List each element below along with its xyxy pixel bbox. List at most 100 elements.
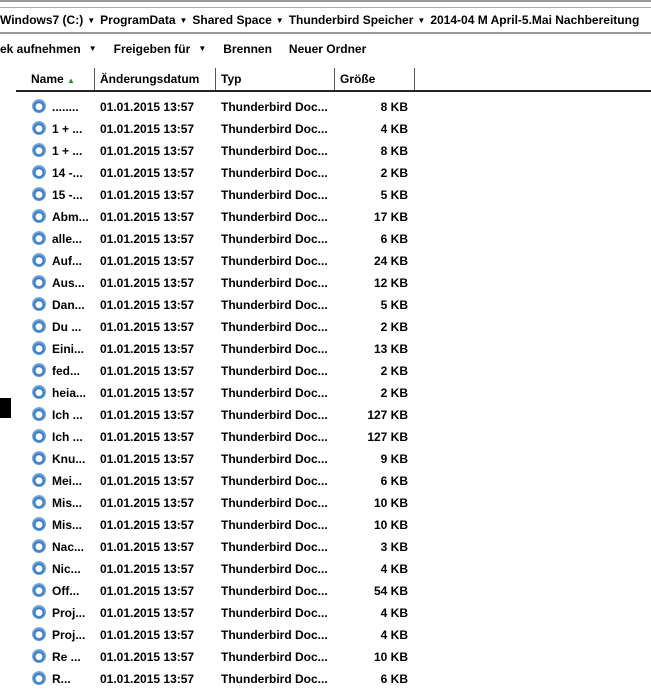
address-bar[interactable]: Windows7 (C:) ▼ ProgramData ▼ Shared Space ▼ T… xyxy=(0,0,651,34)
file-size: 6 KB xyxy=(380,232,408,246)
file-name: Du ... xyxy=(52,320,82,334)
column-size[interactable]: Größe xyxy=(335,68,415,90)
breadcrumb-chevron-icon[interactable]: ▼ xyxy=(180,16,188,25)
toolbar-button[interactable]: ek aufnehmen ▼ xyxy=(0,42,97,56)
toolbar-button[interactable]: Neuer Ordner xyxy=(289,42,366,56)
column-name[interactable]: Name ▲ xyxy=(16,68,95,90)
file-type: Thunderbird Doc... xyxy=(221,628,328,642)
file-date: 01.01.2015 13:57 xyxy=(100,364,195,378)
file-date: 01.01.2015 13:57 xyxy=(100,408,195,422)
file-row[interactable]: Ich ... 01.01.2015 13:57 Thunderbird Doc..… xyxy=(0,426,420,448)
file-type: Thunderbird Doc... xyxy=(221,540,328,554)
breadcrumb-item[interactable]: Thunderbird Speicher xyxy=(289,13,414,27)
file-size: 4 KB xyxy=(380,122,408,136)
breadcrumb-chevron-icon[interactable]: ▼ xyxy=(276,16,284,25)
file-date: 01.01.2015 13:57 xyxy=(100,298,195,312)
thunderbird-file-icon xyxy=(32,517,46,531)
file-row[interactable]: Proj... 01.01.2015 13:57 Thunderbird Doc..… xyxy=(0,624,420,646)
thunderbird-file-icon xyxy=(32,407,46,421)
file-type: Thunderbird Doc... xyxy=(221,122,328,136)
thunderbird-file-icon xyxy=(32,539,46,553)
file-row[interactable]: Mis... 01.01.2015 13:57 Thunderbird Doc...… xyxy=(0,492,420,514)
file-type: Thunderbird Doc... xyxy=(221,430,328,444)
toolbar-button-label: Freigeben für xyxy=(113,42,191,56)
file-type: Thunderbird Doc... xyxy=(221,650,328,664)
thunderbird-file-icon xyxy=(32,561,46,575)
file-name: Ich ... xyxy=(52,430,83,444)
file-size: 2 KB xyxy=(380,386,408,400)
file-name: 15 -... xyxy=(52,188,83,202)
file-date: 01.01.2015 13:57 xyxy=(100,452,195,466)
file-row[interactable]: Nac... 01.01.2015 13:57 Thunderbird Doc...… xyxy=(0,536,420,558)
file-row[interactable]: ........ 01.01.2015 13:57 Thunderbird Doc.… xyxy=(0,96,420,118)
file-row[interactable]: heia... 01.01.2015 13:57 Thunderbird Doc..… xyxy=(0,382,420,404)
file-row[interactable]: 1 + ... 01.01.2015 13:57 Thunderbird Doc..… xyxy=(0,140,420,162)
file-name: 14 -... xyxy=(52,166,83,180)
breadcrumb-item[interactable]: Windows7 (C:) xyxy=(0,13,83,27)
file-row[interactable]: fed... 01.01.2015 13:57 Thunderbird Doc...… xyxy=(0,360,420,382)
breadcrumb-item[interactable]: ProgramData xyxy=(100,13,175,27)
file-size: 4 KB xyxy=(380,606,408,620)
command-toolbar: ek aufnehmen ▼ Freigeben für ▼ Brennen Neuer … xyxy=(0,42,383,56)
file-row[interactable]: Eini... 01.01.2015 13:57 Thunderbird Doc..… xyxy=(0,338,420,360)
file-name: Proj... xyxy=(52,606,86,620)
file-row[interactable]: Mis... 01.01.2015 13:57 Thunderbird Doc...… xyxy=(0,514,420,536)
file-name: ........ xyxy=(52,100,79,114)
file-size: 10 KB xyxy=(373,496,408,510)
file-size: 9 KB xyxy=(380,452,408,466)
breadcrumb-chevron-icon[interactable]: ▼ xyxy=(417,16,425,25)
column-type[interactable]: Typ xyxy=(216,68,335,90)
thunderbird-file-icon xyxy=(32,627,46,641)
file-type: Thunderbird Doc... xyxy=(221,298,328,312)
file-row[interactable]: 15 -... 01.01.2015 13:57 Thunderbird Doc..… xyxy=(0,184,420,206)
file-row[interactable]: 14 -... 01.01.2015 13:57 Thunderbird Doc..… xyxy=(0,162,420,184)
file-type: Thunderbird Doc... xyxy=(221,584,328,598)
thunderbird-file-icon xyxy=(32,165,46,179)
file-name: heia... xyxy=(52,386,87,400)
toolbar-button[interactable]: Freigeben für ▼ xyxy=(114,42,207,56)
thunderbird-file-icon xyxy=(32,319,46,333)
file-row[interactable]: Du ... 01.01.2015 13:57 Thunderbird Doc...… xyxy=(0,316,420,338)
thunderbird-file-icon xyxy=(32,341,46,355)
sort-ascending-icon: ▲ xyxy=(67,76,75,85)
thunderbird-file-icon xyxy=(32,385,46,399)
toolbar-button[interactable]: Brennen xyxy=(223,42,272,56)
file-date: 01.01.2015 13:57 xyxy=(100,606,195,620)
file-row[interactable]: Knu... 01.01.2015 13:57 Thunderbird Doc...… xyxy=(0,448,420,470)
toolbar-button-label: Brennen xyxy=(223,42,272,56)
thunderbird-file-icon xyxy=(32,209,46,223)
file-date: 01.01.2015 13:57 xyxy=(100,584,195,598)
file-type: Thunderbird Doc... xyxy=(221,606,328,620)
black-marker xyxy=(0,398,11,418)
thunderbird-file-icon xyxy=(32,253,46,267)
breadcrumb-item[interactable]: 2014-04 M April-5.Mai Nachbereitung xyxy=(430,13,639,27)
file-name: Dan... xyxy=(52,298,85,312)
file-date: 01.01.2015 13:57 xyxy=(100,232,195,246)
file-row[interactable]: Mei... 01.01.2015 13:57 Thunderbird Doc...… xyxy=(0,470,420,492)
breadcrumb-chevron-icon[interactable]: ▼ xyxy=(87,16,95,25)
file-size: 2 KB xyxy=(380,364,408,378)
column-date[interactable]: Änderungsdatum xyxy=(95,68,216,90)
thunderbird-file-icon xyxy=(32,429,46,443)
breadcrumb: Windows7 (C:) ▼ ProgramData ▼ Shared Space ▼ T… xyxy=(0,7,651,34)
toolbar-button-label: Neuer Ordner xyxy=(288,42,367,56)
file-row[interactable]: Nic... 01.01.2015 13:57 Thunderbird Doc...… xyxy=(0,558,420,580)
file-date: 01.01.2015 13:57 xyxy=(100,188,195,202)
file-row[interactable]: Re ... 01.01.2015 13:57 Thunderbird Doc...… xyxy=(0,646,420,668)
breadcrumb-item[interactable]: Shared Space xyxy=(192,13,271,27)
file-size: 5 KB xyxy=(380,188,408,202)
file-row[interactable]: Aus... 01.01.2015 13:57 Thunderbird Doc...… xyxy=(0,272,420,294)
file-size: 10 KB xyxy=(373,518,408,532)
thunderbird-file-icon xyxy=(32,605,46,619)
file-row[interactable]: Dan... 01.01.2015 13:57 Thunderbird Doc...… xyxy=(0,294,420,316)
file-name: Nac... xyxy=(52,540,85,554)
file-row[interactable]: Ich ... 01.01.2015 13:57 Thunderbird Doc..… xyxy=(0,404,420,426)
file-row[interactable]: Auf... 01.01.2015 13:57 Thunderbird Doc...… xyxy=(0,250,420,272)
file-row[interactable]: Off... 01.01.2015 13:57 Thunderbird Doc...… xyxy=(0,580,420,602)
file-row[interactable]: Proj... 01.01.2015 13:57 Thunderbird Doc..… xyxy=(0,602,420,624)
file-date: 01.01.2015 13:57 xyxy=(100,276,195,290)
file-row[interactable]: alle... 01.01.2015 13:57 Thunderbird Doc..… xyxy=(0,228,420,250)
file-size: 127 KB xyxy=(367,408,408,422)
file-row[interactable]: Abm... 01.01.2015 13:57 Thunderbird Doc...… xyxy=(0,206,420,228)
file-row[interactable]: 1 + ... 01.01.2015 13:57 Thunderbird Doc..… xyxy=(0,118,420,140)
